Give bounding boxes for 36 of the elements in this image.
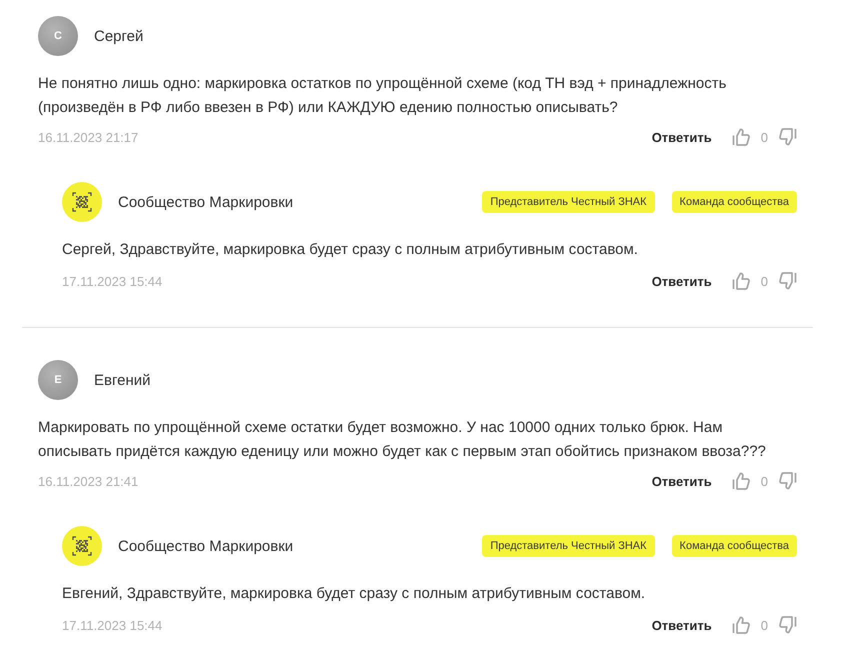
reply-button[interactable]: Ответить (652, 474, 712, 488)
thumbs-up-icon[interactable] (732, 616, 750, 634)
comment-date: 17.11.2023 15:44 (62, 274, 162, 288)
role-badge: Представитель Честный ЗНАК (482, 535, 655, 557)
author-name: Сообщество Маркировки (118, 538, 294, 554)
thumbs-down-icon[interactable] (779, 128, 797, 146)
thumbs-up-icon[interactable] (732, 128, 750, 146)
thumbs-down-icon[interactable] (779, 616, 797, 634)
reply-button[interactable]: Ответить (652, 274, 712, 288)
reply-button[interactable]: Ответить (652, 618, 712, 632)
comment-date: 17.11.2023 15:44 (62, 618, 162, 632)
reply-button[interactable]: Ответить (652, 130, 712, 144)
author-name: Евгений (94, 372, 150, 388)
comment-text: Сергей, Здравствуйте, маркировка будет сразу с полным атрибутивным составом. (62, 240, 639, 260)
user-avatar: С (38, 16, 78, 56)
thumbs-up-icon[interactable] (732, 272, 750, 290)
role-badge: Команда сообщества (672, 535, 797, 557)
community-logo-avatar-icon (62, 526, 102, 566)
vote-count: 0 (760, 618, 768, 632)
comment-date: 16.11.2023 21:41 (38, 474, 138, 488)
author-name: Сергей (94, 28, 144, 44)
thumbs-down-icon[interactable] (779, 272, 797, 290)
vote-count: 0 (760, 474, 768, 488)
user-avatar: Е (38, 360, 78, 400)
thumbs-down-icon[interactable] (779, 472, 797, 490)
comment-text: Евгений, Здравствуйте, маркировка будет сразу с полным атрибутивным составом. (62, 584, 646, 604)
role-badge: Представитель Честный ЗНАК (482, 191, 655, 213)
vote-count: 0 (760, 274, 768, 288)
vote-count: 0 (760, 130, 768, 144)
community-logo-avatar-icon (62, 182, 102, 222)
thumbs-up-icon[interactable] (732, 472, 750, 490)
role-badge: Команда сообщества (672, 191, 797, 213)
comment-date: 16.11.2023 21:17 (38, 130, 138, 144)
comment-text: Маркировать по упрощённой схеме остатки будет возможно. У нас 10000 одних только брюк. Нам описывать придётся каждую еденицу или можно будет как с первым этап обойтись признаком ввоза??? (38, 418, 767, 462)
comment-text: Не понятно лишь одно: маркировка остатков по упрощённой схеме (код ТН вэд + принадлежность (произведён в РФ либо ввезен в РФ) или КАЖДУЮ едению полностью описывать? (38, 74, 728, 118)
author-name: Сообщество Маркировки (118, 194, 294, 210)
